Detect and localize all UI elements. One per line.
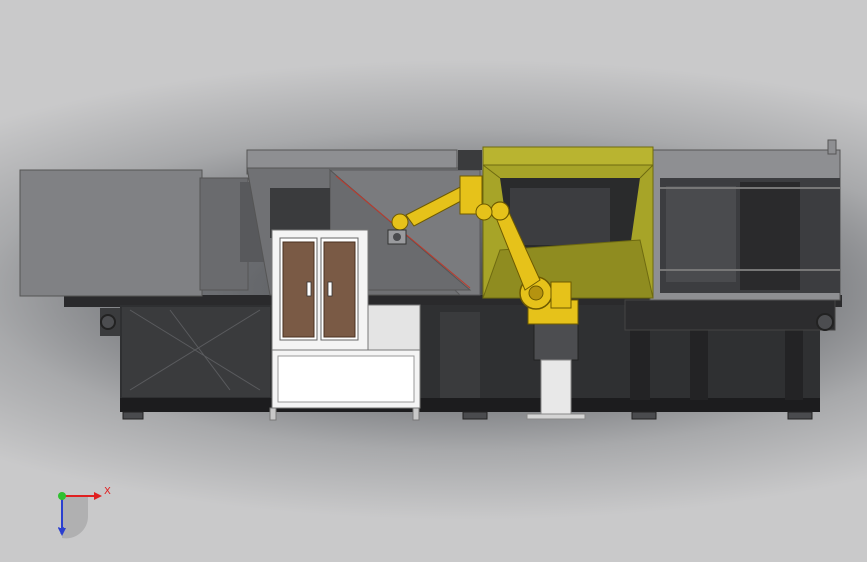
injection-unit — [19, 169, 270, 297]
axis-x-label: X — [104, 486, 111, 497]
cad-viewport[interactable]: X Y — [0, 0, 867, 562]
handle-icon — [327, 281, 333, 297]
machine-assembly-model[interactable] — [0, 0, 867, 562]
machine-feet — [122, 411, 813, 420]
coordinate-triad-icon: X Y — [46, 482, 116, 544]
handle-icon — [306, 281, 312, 297]
machine-base-frame — [64, 295, 842, 412]
axis-y-label: Y — [58, 526, 65, 537]
